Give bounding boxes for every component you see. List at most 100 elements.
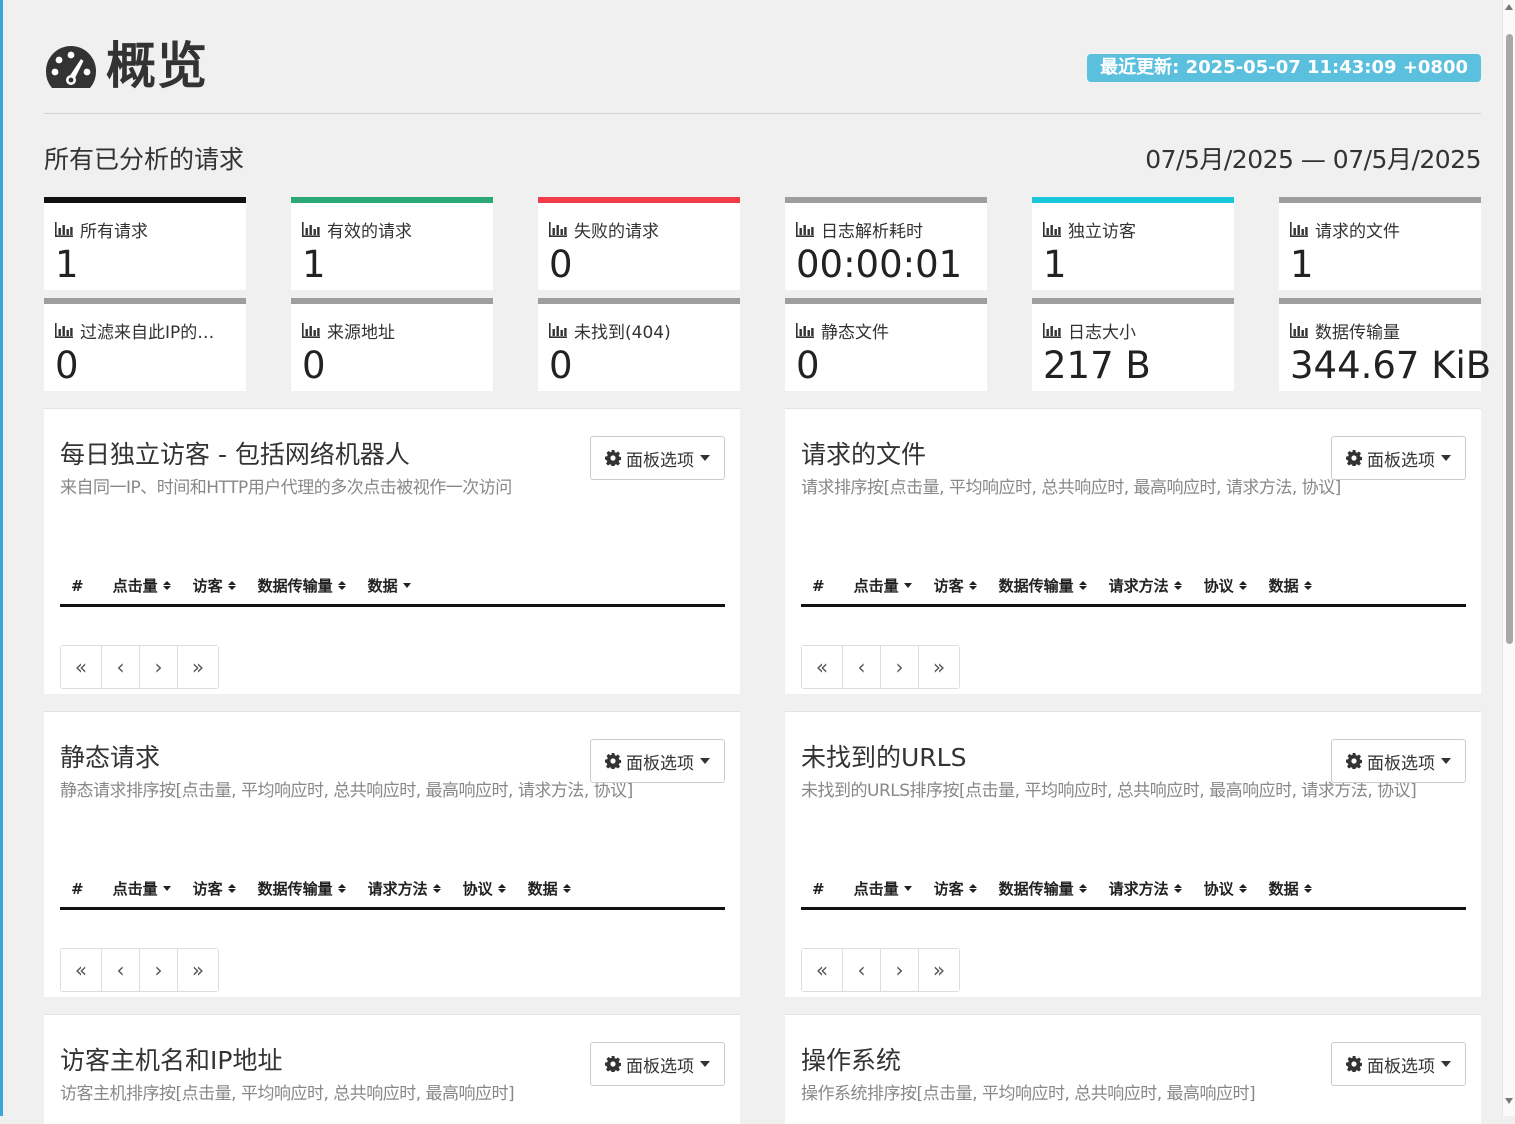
stat-card-label: 独立访客 [1043, 217, 1223, 242]
column-header[interactable]: 访客 [182, 878, 247, 899]
column-header[interactable]: 数据传输量 [247, 575, 357, 596]
scroll-down-arrow-icon[interactable] [1505, 1098, 1513, 1104]
pager-next-button[interactable]: › [881, 949, 919, 991]
column-header-label: 数据传输量 [998, 880, 1074, 898]
panel-options-label: 面板选项 [1367, 753, 1435, 774]
column-header[interactable]: 点击量 [102, 878, 182, 899]
column-header-label: 数据传输量 [257, 577, 333, 595]
column-header[interactable]: 访客 [923, 575, 988, 596]
column-header[interactable]: 访客 [182, 575, 247, 596]
gear-icon [605, 450, 621, 466]
column-header[interactable]: 访客 [923, 878, 988, 899]
stat-card-label: 请求的文件 [1290, 217, 1470, 242]
scrollbar-thumb[interactable] [1506, 34, 1513, 644]
panel-subtitle: 来自同一IP、时间和HTTP用户代理的多次点击被视作一次访问 [60, 478, 512, 498]
stat-card-label: 过滤来自此IP的… [55, 318, 235, 343]
column-header[interactable]: 协议 [1193, 575, 1258, 596]
stat-card: 请求的文件 1 [1279, 197, 1481, 290]
pager-prev-button[interactable]: ‹ [102, 646, 140, 688]
pager-prev-button[interactable]: ‹ [843, 949, 881, 991]
gear-icon [1346, 753, 1362, 769]
gear-icon [1346, 450, 1362, 466]
stat-card-label-text: 过滤来自此IP的… [80, 323, 215, 343]
sort-icon [227, 581, 236, 590]
column-header[interactable]: 数据 [1258, 878, 1323, 899]
pager-last-button[interactable]: » [919, 646, 959, 688]
panel-options-button[interactable]: 面板选项 [1331, 739, 1466, 783]
column-header[interactable]: 点击量 [843, 878, 923, 899]
pager-first-button[interactable]: « [61, 949, 102, 991]
panel-options-button[interactable]: 面板选项 [1331, 436, 1466, 480]
panel-subtitle: 未找到的URLS排序按[点击量, 平均响应时, 总共响应时, 最高响应时, 请求… [801, 781, 1417, 801]
column-header[interactable]: 点击量 [843, 575, 923, 596]
pager-prev-button[interactable]: ‹ [102, 949, 140, 991]
pager-first-button[interactable]: « [802, 646, 843, 688]
sort-desc-icon [162, 886, 171, 891]
panel-options-button[interactable]: 面板选项 [590, 739, 725, 783]
caret-down-icon [1441, 1061, 1451, 1067]
column-header[interactable]: 数据 [357, 575, 422, 596]
panel-title: 请求的文件 [801, 440, 927, 469]
panel: 请求的文件请求排序按[点击量, 平均响应时, 总共响应时, 最高响应时, 请求方… [785, 408, 1481, 694]
pagination: «‹ ›» [60, 645, 219, 689]
bar-chart-icon [549, 323, 567, 338]
vertical-scrollbar[interactable] [1502, 0, 1515, 1116]
pager-first-button[interactable]: « [802, 949, 843, 991]
pager-last-button[interactable]: » [919, 949, 959, 991]
column-header[interactable]: 数据传输量 [988, 575, 1098, 596]
table-header: # 点击量 访客 数据传输量 请求方法 协议 数据 [801, 870, 1466, 910]
stat-card-label: 所有请求 [55, 217, 235, 242]
stat-card-value: 344.67 KiB [1290, 344, 1492, 387]
stat-card-value: 0 [549, 344, 573, 387]
sort-icon [1303, 884, 1312, 893]
stat-card-label-text: 日志大小 [1068, 323, 1136, 343]
caret-down-icon [700, 1061, 710, 1067]
pager-prev-button[interactable]: ‹ [843, 646, 881, 688]
column-header[interactable]: 请求方法 [357, 878, 452, 899]
column-header-label: 访客 [192, 577, 223, 595]
pager-next-button[interactable]: › [140, 949, 178, 991]
column-header[interactable]: 请求方法 [1098, 878, 1193, 899]
pager-next-button[interactable]: › [881, 646, 919, 688]
table-header: # 点击量 访客 数据传输量 请求方法 协议 数据 [60, 870, 725, 910]
stat-card-label-text: 请求的文件 [1315, 222, 1400, 242]
column-header[interactable]: 数据 [517, 878, 582, 899]
column-header: # [801, 577, 843, 595]
sort-desc-icon [903, 583, 912, 588]
stat-card: 过滤来自此IP的… 0 [44, 298, 246, 391]
bar-chart-icon [549, 222, 567, 237]
pager-last-button[interactable]: » [178, 949, 218, 991]
column-header[interactable]: 点击量 [102, 575, 182, 596]
column-header-label: 请求方法 [1108, 577, 1169, 595]
panel-title: 访客主机名和IP地址 [60, 1046, 283, 1075]
column-header[interactable]: 协议 [1193, 878, 1258, 899]
scroll-up-arrow-icon[interactable] [1505, 4, 1513, 10]
column-header[interactable]: 协议 [452, 878, 517, 899]
caret-down-icon [700, 455, 710, 461]
panel: 操作系统 操作系统排序按[点击量, 平均响应时, 总共响应时, 最高响应时] 面板选… [785, 1014, 1481, 1124]
column-header[interactable]: 数据传输量 [247, 878, 357, 899]
stat-card-label: 数据传输量 [1290, 318, 1470, 343]
stat-card-label: 来源地址 [302, 318, 482, 343]
panel-title: 每日独立访客 - 包括网络机器人 [60, 440, 410, 469]
panel-options-label: 面板选项 [626, 1056, 694, 1077]
column-header[interactable]: 请求方法 [1098, 575, 1193, 596]
column-header[interactable]: 数据 [1258, 575, 1323, 596]
column-header[interactable]: 数据传输量 [988, 878, 1098, 899]
pager-last-button[interactable]: » [178, 646, 218, 688]
pager-first-button[interactable]: « [61, 646, 102, 688]
stat-card: 未找到(404) 0 [538, 298, 740, 391]
panel-options-button[interactable]: 面板选项 [590, 1042, 725, 1086]
sort-icon [337, 884, 346, 893]
sort-icon [1238, 581, 1247, 590]
panel-subtitle: 访客主机排序按[点击量, 平均响应时, 总共响应时, 最高响应时] [60, 1084, 515, 1104]
column-header-label: 协议 [1203, 577, 1234, 595]
panel-options-button[interactable]: 面板选项 [590, 436, 725, 480]
stat-card-label-text: 来源地址 [327, 323, 395, 343]
pager-next-button[interactable]: › [140, 646, 178, 688]
column-header-label: 请求方法 [367, 880, 428, 898]
panel: 未找到的URLS 未找到的URLS排序按[点击量, 平均响应时, 总共响应时, 最… [785, 711, 1481, 997]
panel-options-button[interactable]: 面板选项 [1331, 1042, 1466, 1086]
sort-icon [1238, 884, 1247, 893]
panel-subtitle: 请求排序按[点击量, 平均响应时, 总共响应时, 最高响应时, 请求方法, 协议… [801, 478, 1341, 498]
